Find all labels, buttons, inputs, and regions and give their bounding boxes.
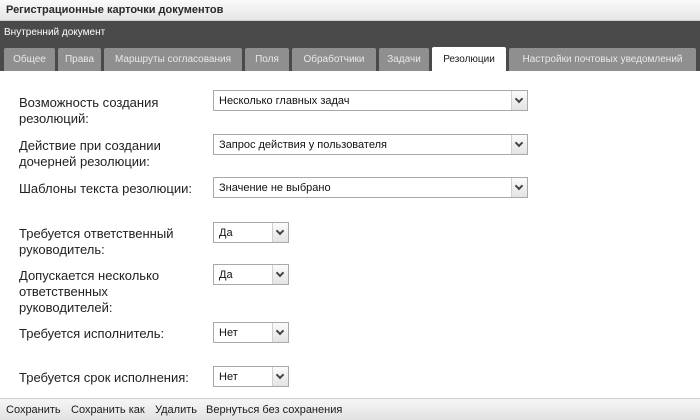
- label-child-resolution-action: Действие при создании дочерней резолюции…: [19, 138, 161, 169]
- tab-approval-routes[interactable]: Маршруты согласования: [104, 48, 242, 71]
- tab-resolutions[interactable]: Резолюции: [432, 47, 506, 71]
- label-executor-required: Требуется исполнитель:: [19, 326, 165, 341]
- label-multiple-managers-allowed: Допускается несколько ответственных руко…: [19, 268, 160, 315]
- select-multiple-managers-allowed[interactable]: Да: [213, 264, 289, 285]
- label-resolution-creation: Возможность создания резолюций:: [19, 95, 159, 126]
- label-responsible-manager-required: Требуется ответственный руководитель:: [19, 226, 174, 257]
- tab-email-notifications[interactable]: Настройки почтовых уведомлений: [509, 48, 696, 71]
- window-titlebar: Регистрационные карточки документов: [0, 0, 700, 21]
- tab-general[interactable]: Общее: [4, 48, 55, 71]
- tab-rights[interactable]: Права: [58, 48, 101, 71]
- select-resolution-text-templates[interactable]: Значение не выбрано: [213, 177, 528, 198]
- chevron-down-icon[interactable]: [272, 323, 288, 342]
- delete-button[interactable]: Удалить: [155, 404, 197, 416]
- save-button[interactable]: Сохранить: [6, 404, 61, 416]
- tab-tasks[interactable]: Задачи: [379, 48, 429, 71]
- chevron-down-icon[interactable]: [272, 265, 288, 284]
- return-without-saving-button[interactable]: Вернуться без сохранения: [206, 404, 342, 416]
- save-as-button[interactable]: Сохранить как: [71, 404, 145, 416]
- window-title: Регистрационные карточки документов: [6, 4, 224, 16]
- document-type-label: Внутренний документ: [4, 27, 106, 38]
- chevron-down-icon[interactable]: [511, 135, 527, 154]
- chevron-down-icon[interactable]: [511, 178, 527, 197]
- footer-toolbar: Сохранить Сохранить как Удалить Вернутьс…: [0, 398, 700, 420]
- select-resolution-creation[interactable]: Несколько главных задач: [213, 90, 528, 111]
- resolutions-form: Возможность создания резолюций: Нескольк…: [0, 71, 700, 398]
- tab-strip: Общее Права Маршруты согласования Поля О…: [0, 45, 700, 71]
- chevron-down-icon[interactable]: [511, 91, 527, 110]
- select-deadline-required[interactable]: Нет: [213, 366, 289, 387]
- chevron-down-icon[interactable]: [272, 223, 288, 242]
- select-child-resolution-action[interactable]: Запрос действия у пользователя: [213, 134, 528, 155]
- select-responsible-manager-required[interactable]: Да: [213, 222, 289, 243]
- document-type-bar: Внутренний документ: [0, 21, 700, 45]
- tab-handlers[interactable]: Обработчики: [292, 48, 376, 71]
- label-deadline-required: Требуется срок исполнения:: [19, 370, 189, 385]
- chevron-down-icon[interactable]: [272, 367, 288, 386]
- tab-fields[interactable]: Поля: [245, 48, 289, 71]
- label-resolution-text-templates: Шаблоны текста резолюции:: [19, 181, 192, 196]
- select-executor-required[interactable]: Нет: [213, 322, 289, 343]
